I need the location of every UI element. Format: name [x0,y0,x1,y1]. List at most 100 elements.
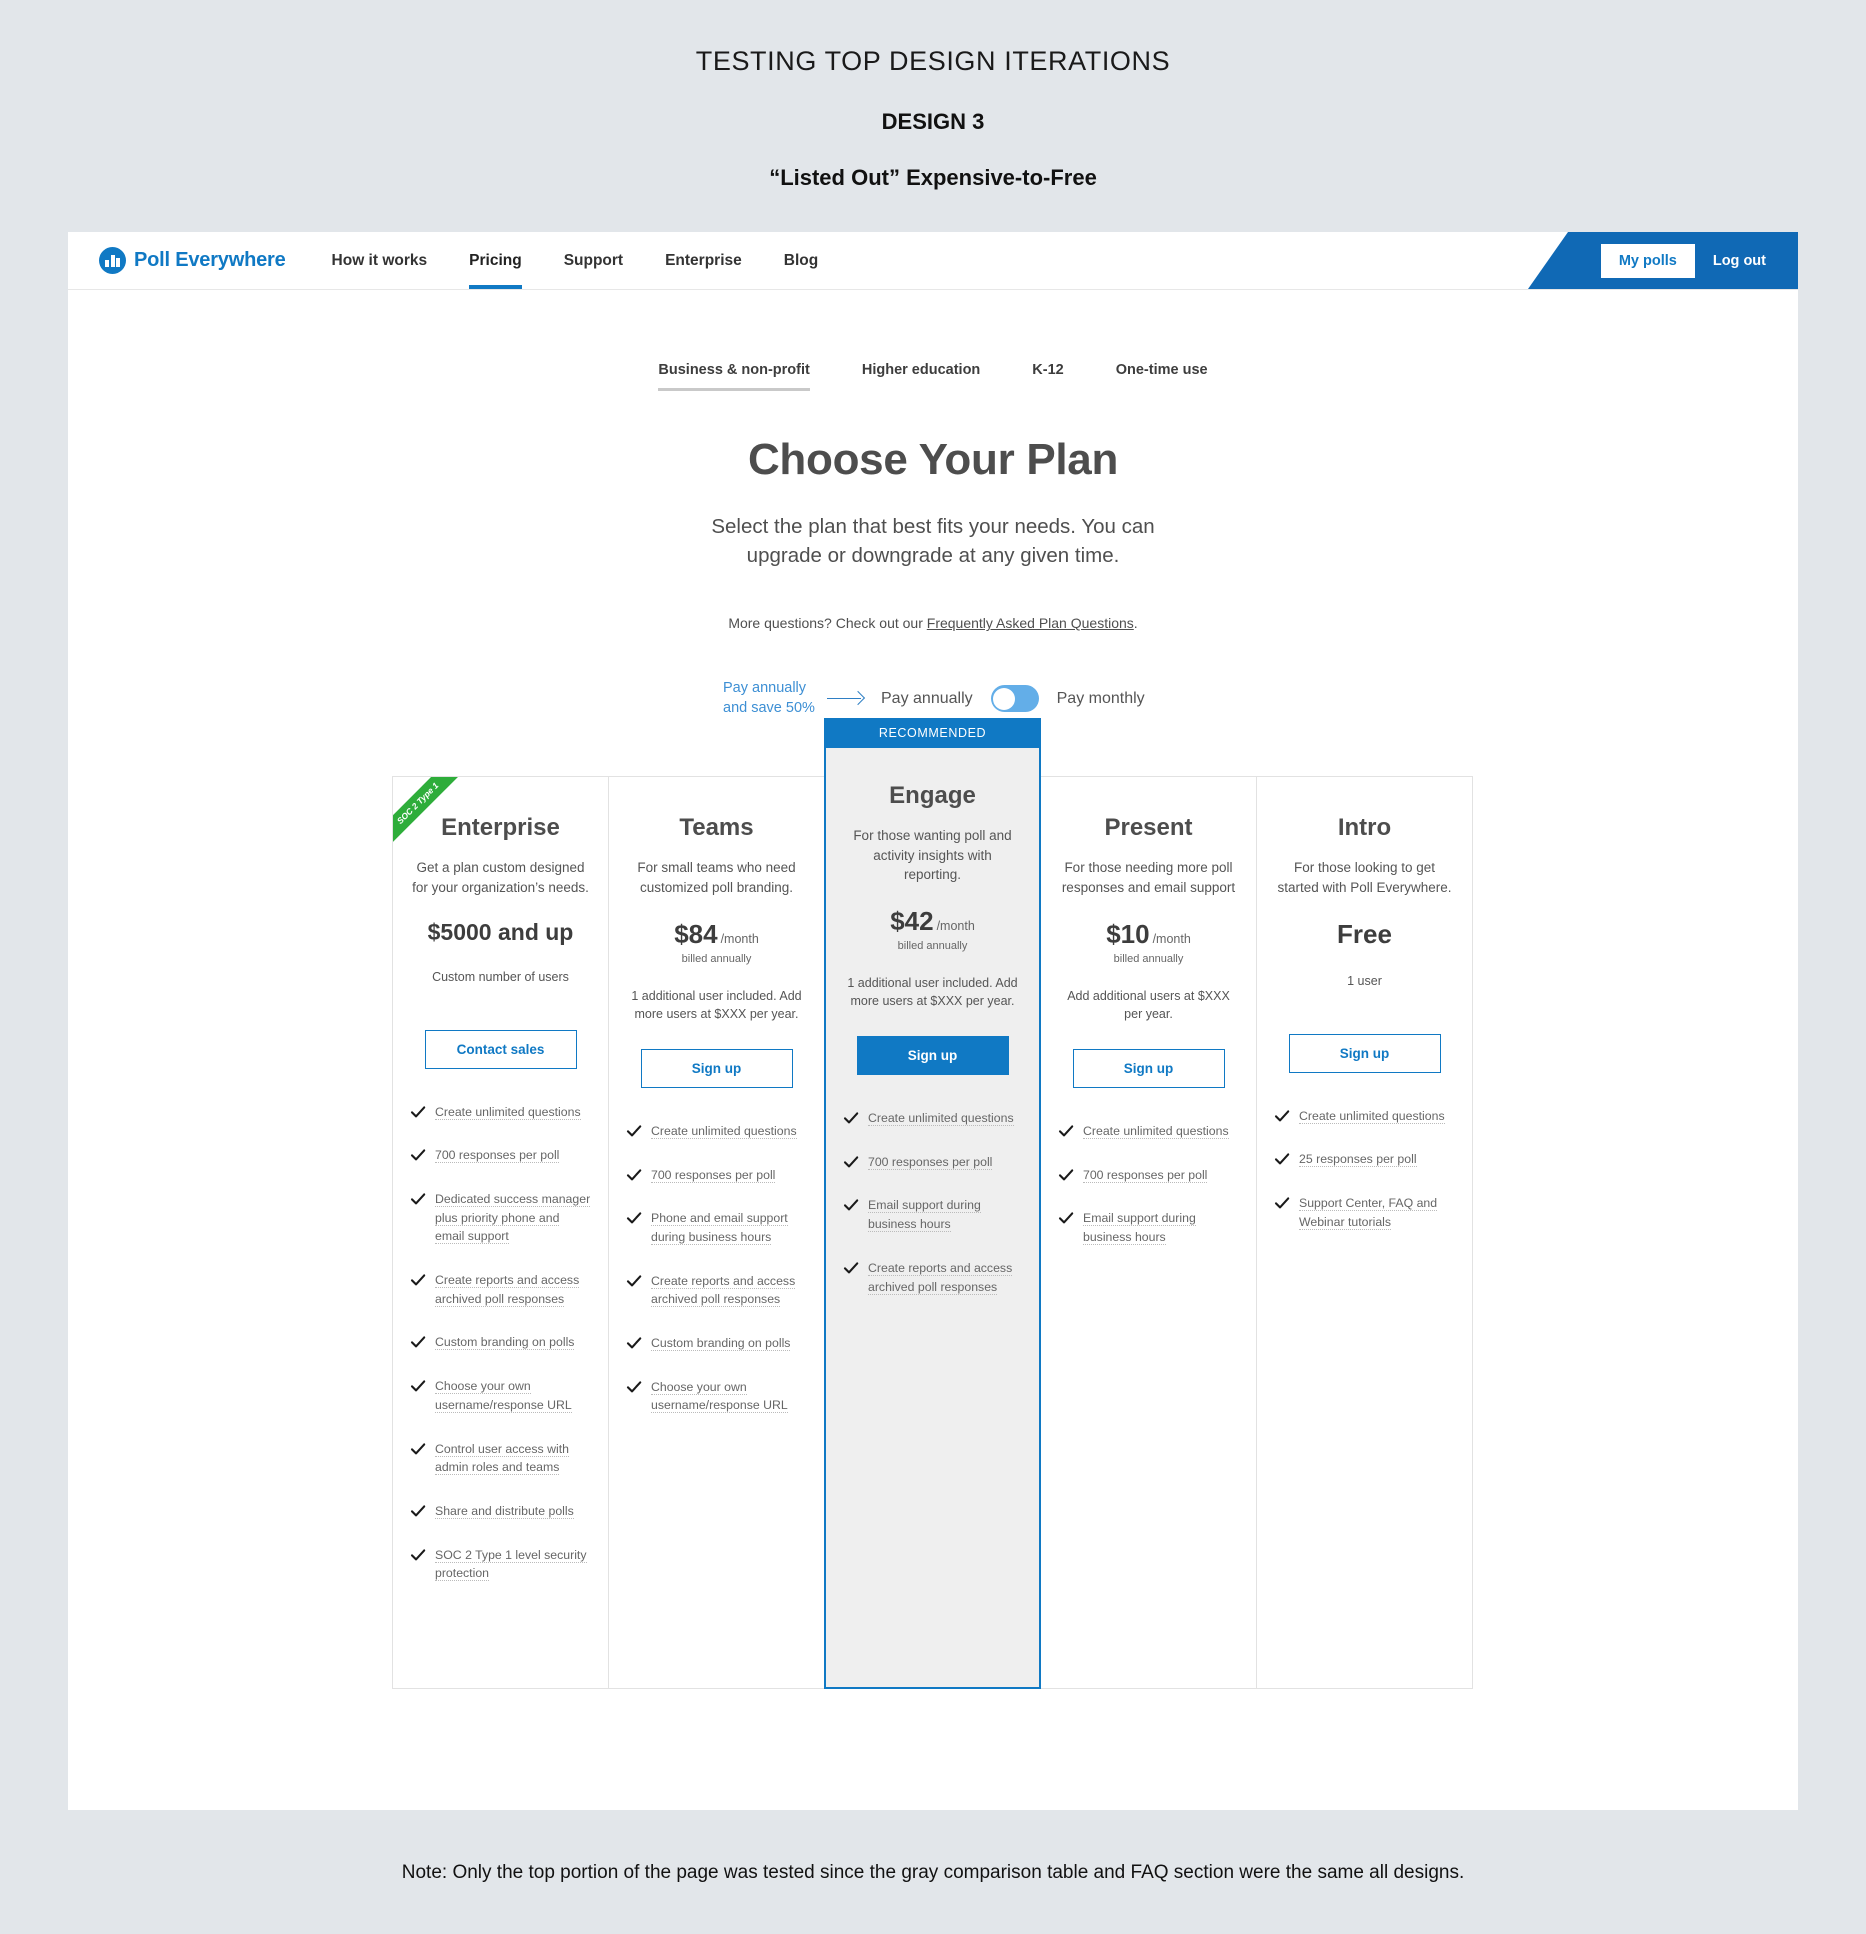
plan-card-engage: RECOMMENDED Engage For those wanting poll … [824,718,1041,1690]
slide-subtitle-2: “Listed Out” Expensive-to-Free [769,165,1097,190]
check-icon [410,1191,426,1207]
plan-users-note: Add additional users at $XXX per year. [1067,988,1230,1021]
plan-price-row: $42/month billed annually [843,906,1022,952]
logo[interactable]: Poll Everywhere [99,247,286,274]
plan-card-enterprise: SOC 2 Type 1 Enterprise Get a plan custom … [392,776,609,1690]
nav-link-enterprise[interactable]: Enterprise [665,232,742,289]
plan-feature-item: Dedicated success manager plus priority … [410,1190,591,1246]
plan-feature-text: Create reports and access archived poll … [651,1273,796,1308]
plan-feature-text: 25 responses per poll [1299,1152,1417,1168]
plan-feature-item: Create unlimited questions [1058,1122,1239,1141]
plan-name: Enterprise [441,814,560,842]
check-icon [843,1197,859,1213]
plan-description: Get a plan custom designed for your orga… [412,860,589,895]
plan-users-note: Custom number of users [432,969,569,984]
plan-feature-item: Custom branding on polls [626,1334,807,1353]
plan-feature-item: Phone and email support during business … [626,1209,807,1246]
check-icon [626,1210,642,1226]
check-icon [843,1110,859,1126]
plan-feature-text: Choose your own username/response URL [435,1379,572,1413]
plan-feature-text: 700 responses per poll [651,1167,776,1183]
plan-description: For those wanting poll and activity insi… [853,828,1012,882]
check-icon [1274,1151,1290,1167]
logo-text: Poll Everywhere [134,249,286,271]
plan-feature-text: Choose your own username/response URL [651,1379,788,1414]
billing-toggle-row: Pay annually and save 50% Pay annually P… [723,679,1798,718]
hero-lede: Select the plan that best fits your need… [711,515,1155,568]
plan-feature-item: Create unlimited questions [410,1103,591,1122]
plan-feature-item: Create reports and access archived poll … [843,1259,1022,1296]
plan-feature-list: Create unlimited questions 700 responses … [410,1103,591,1583]
check-icon [410,1334,426,1350]
plan-feature-item: 700 responses per poll [410,1146,591,1165]
check-icon [626,1123,642,1139]
plan-users-note: 1 additional user included. Add more use… [631,988,802,1021]
plan-feature-item: SOC 2 Type 1 level security protection [410,1546,591,1583]
nav-link-pricing[interactable]: Pricing [469,232,522,289]
plan-cta-wrap: Sign up [626,1048,807,1088]
nav-link-support[interactable]: Support [564,232,623,289]
plan-feature-text: Create unlimited questions [1299,1108,1445,1124]
plan-feature-text: 700 responses per poll [868,1154,993,1170]
plan-cta-button[interactable]: Sign up [1288,1033,1441,1073]
plan-feature-item: Email support during business hours [1058,1209,1239,1246]
save-note: Pay annually and save 50% [723,680,815,716]
plan-feature-text: Create unlimited questions [651,1123,797,1139]
plan-feature-item: 700 responses per poll [843,1153,1022,1172]
pay-monthly-label: Pay monthly [1056,689,1145,707]
plan-feature-text: Email support during business hours [868,1198,981,1233]
slide-title: TESTING TOP DESIGN ITERATIONS [695,46,1171,76]
tab-one-time-use[interactable]: One-time use [1116,362,1208,388]
check-icon [410,1147,426,1163]
plan-name: Intro [1337,814,1392,842]
plan-feature-item: Create unlimited questions [626,1122,807,1141]
nav-link-blog[interactable]: Blog [784,232,818,289]
plan-price-period: /month [720,931,759,946]
plan-cta-button[interactable]: Sign up [640,1048,793,1088]
plan-description: For those looking to get started with Po… [1277,860,1452,895]
log-out-button[interactable]: Log out [1713,253,1766,269]
check-icon [1274,1195,1290,1211]
plan-feature-item: Control user access with admin roles and… [410,1440,591,1477]
faq-link[interactable]: Frequently Asked Plan Questions [927,615,1134,631]
plan-feature-text: Control user access with admin roles and… [435,1441,569,1476]
tab-higher-education[interactable]: Higher education [862,362,980,388]
plan-price-row: Free [1274,919,1455,950]
check-icon [626,1273,642,1289]
plan-feature-list: Create unlimited questions 25 responses p… [1274,1107,1455,1232]
plan-cta-wrap: Sign up [1058,1048,1239,1088]
tab-k-12[interactable]: K-12 [1032,362,1063,388]
tab-business-non-profit[interactable]: Business & non-profit [658,362,810,391]
plan-price-period: /month [1152,931,1191,946]
check-icon [626,1335,642,1351]
slide-header: TESTING TOP DESIGN ITERATIONS DESIGN 3 “… [0,0,1866,191]
plan-price: $42 [890,905,934,936]
plan-type-tabs: Business & non-profit Higher education K… [68,362,1798,391]
check-icon [626,1379,642,1395]
plan-feature-item: Share and distribute polls [410,1502,591,1521]
check-icon [410,1503,426,1519]
check-icon [1058,1210,1074,1226]
footer-note: Note: Only the top portion of the page w… [401,1862,1465,1883]
my-polls-button[interactable]: My polls [1600,243,1695,278]
faq-prefix: More questions? Check out our [728,615,927,632]
check-icon [1274,1108,1290,1124]
check-icon [843,1260,859,1276]
plan-name: Present [1104,814,1193,842]
check-icon [410,1272,426,1288]
plan-price: $84 [674,918,718,949]
plan-price: $10 [1106,918,1150,949]
plan-cta-button[interactable]: Contact sales [424,1029,577,1069]
plan-cta-button[interactable]: Sign up [856,1036,1009,1076]
plan-feature-item: Support Center, FAQ and Webinar tutorial… [1274,1194,1455,1231]
plan-price: Free [1337,918,1392,949]
plan-card-intro: Intro For those looking to get started wi… [1256,776,1473,1690]
plan-billed-note: billed annually [1113,952,1184,965]
plan-price-row: $84/month billed annually [626,919,807,965]
plan-name: Teams [679,814,754,842]
billing-period-toggle[interactable] [990,685,1039,713]
plan-feature-text: Share and distribute polls [435,1503,574,1519]
plan-cta-button[interactable]: Sign up [1072,1048,1225,1088]
plan-feature-text: Create reports and access archived poll … [435,1273,580,1307]
nav-link-how-it-works[interactable]: How it works [332,232,428,289]
